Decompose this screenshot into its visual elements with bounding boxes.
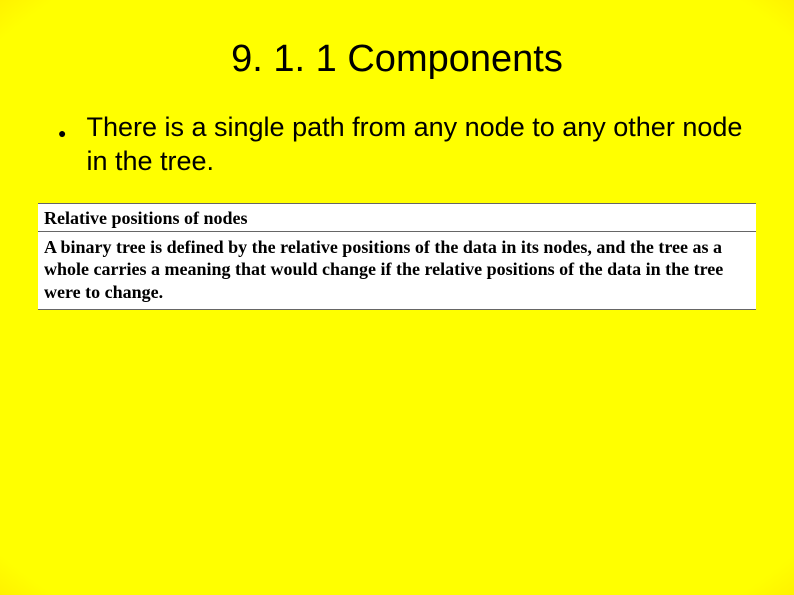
embedded-text-box: Relative positions of nodes A binary tre… bbox=[38, 203, 756, 311]
slide-title: 9. 1. 1 Components bbox=[50, 38, 744, 81]
bullet-text: There is a single path from any node to … bbox=[86, 111, 744, 179]
bullet-dot-icon: ● bbox=[58, 117, 66, 149]
embedded-body: A binary tree is defined by the relative… bbox=[38, 232, 756, 311]
bullet-item: ● There is a single path from any node t… bbox=[50, 111, 744, 179]
embedded-header: Relative positions of nodes bbox=[38, 203, 756, 232]
slide-content: 9. 1. 1 Components ● There is a single p… bbox=[0, 0, 794, 595]
